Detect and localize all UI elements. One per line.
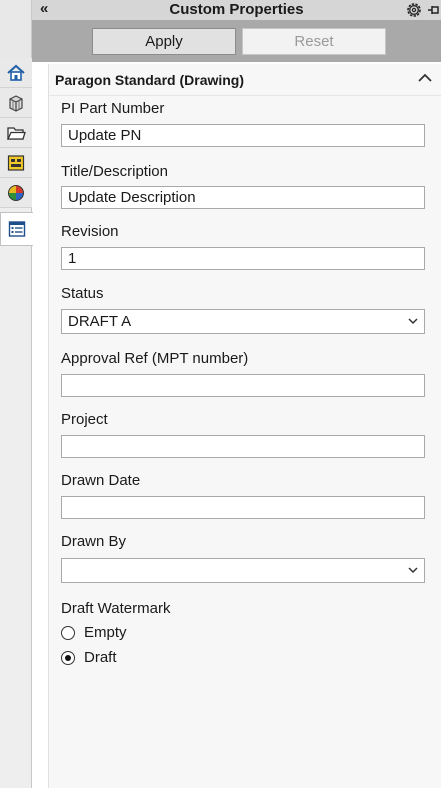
status-select[interactable]: DRAFT A [61, 309, 425, 334]
drawn-by-select[interactable] [61, 558, 425, 583]
tab-view-palette[interactable] [0, 148, 32, 178]
chevron-down-icon [408, 567, 418, 574]
tab-file-explorer[interactable] [0, 118, 32, 148]
pin-icon[interactable] [427, 2, 441, 18]
pane-title: Custom Properties [169, 1, 304, 18]
watermark-option-empty[interactable]: Empty [61, 624, 127, 641]
revision-field[interactable]: 1 [61, 247, 425, 270]
watermark-option-draft[interactable]: Draft [61, 649, 117, 666]
drawn-date-field[interactable] [61, 496, 425, 519]
reset-button[interactable]: Reset [242, 28, 386, 55]
tab-custom-properties[interactable] [0, 212, 33, 246]
approval-ref-label: Approval Ref (MPT number) [61, 350, 249, 367]
project-label: Project [61, 411, 108, 428]
watermark-option-empty-label: Empty [84, 624, 127, 641]
view-palette-icon [7, 154, 25, 171]
chevron-up-icon[interactable] [417, 71, 433, 85]
status-value: DRAFT A [68, 313, 132, 330]
tab-design-library[interactable] [0, 88, 32, 118]
draft-watermark-label: Draft Watermark [61, 600, 171, 617]
radio-draft[interactable] [61, 650, 75, 665]
group-title: Paragon Standard (Drawing) [55, 72, 245, 88]
approval-ref-field[interactable] [61, 374, 425, 397]
title-description-field[interactable]: Update Description [61, 186, 425, 209]
parts-library-icon [9, 94, 23, 112]
group-header[interactable]: Paragon Standard (Drawing) [49, 64, 441, 96]
tab-appearances[interactable] [0, 178, 32, 208]
radio-empty[interactable] [61, 625, 75, 640]
part-number-field[interactable]: Update PN [61, 124, 425, 147]
home-icon [7, 64, 25, 81]
tab-strip-spacer [0, 0, 31, 58]
title-description-label: Title/Description [61, 163, 168, 180]
drawn-by-label: Drawn By [61, 533, 127, 550]
revision-label: Revision [61, 223, 119, 240]
watermark-option-draft-label: Draft [84, 649, 117, 666]
appearances-icon [8, 184, 24, 201]
drawn-date-label: Drawn Date [61, 472, 141, 489]
folder-icon [6, 126, 26, 140]
project-field[interactable] [61, 435, 425, 458]
status-label: Status [61, 285, 104, 302]
pane-titlebar: « Custom Properties [32, 0, 441, 20]
apply-button[interactable]: Apply [92, 28, 236, 55]
chevron-down-icon [408, 318, 418, 325]
custom-properties-icon [8, 221, 26, 237]
task-pane-tab-strip [0, 0, 33, 788]
properties-panel: Paragon Standard (Drawing) PI Part Numbe… [48, 64, 441, 788]
tab-home[interactable] [0, 58, 32, 88]
gear-icon[interactable] [405, 1, 423, 19]
part-number-label: PI Part Number [61, 100, 165, 117]
properties-toolbar: Apply Reset [32, 20, 441, 62]
